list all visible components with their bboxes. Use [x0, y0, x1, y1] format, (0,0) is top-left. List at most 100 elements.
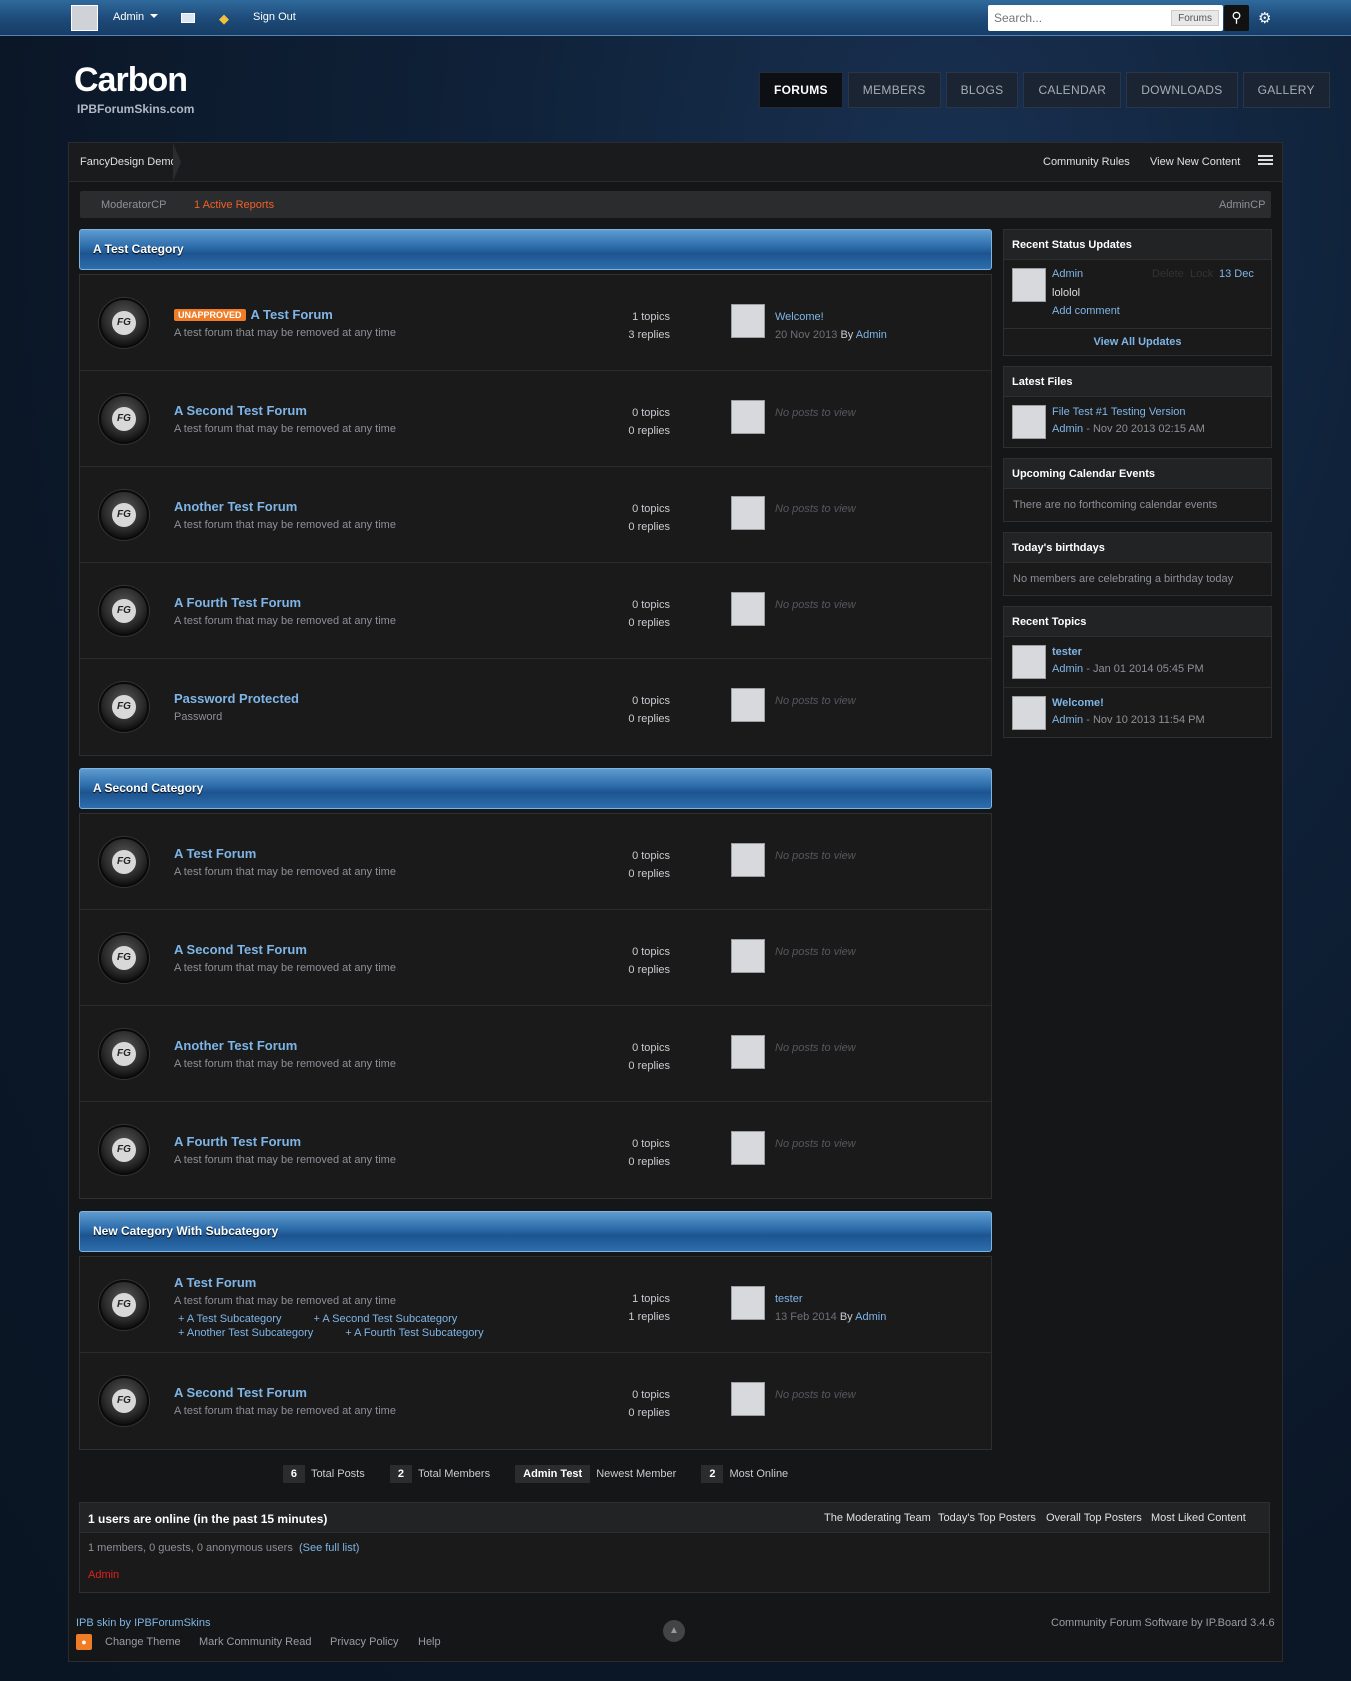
- last-post-title[interactable]: Welcome!: [775, 308, 887, 326]
- category-header[interactable]: New Category With Subcategory: [79, 1211, 992, 1252]
- todays-top-posters-link[interactable]: Today's Top Posters: [938, 1512, 1036, 1524]
- block-title: Recent Topics: [1004, 607, 1271, 637]
- delete-link[interactable]: Delete: [1152, 268, 1184, 280]
- see-full-list-link[interactable]: (See full list): [299, 1542, 360, 1554]
- stat-total-members: 2 Total Members: [389, 1465, 490, 1483]
- online-users-block: 1 users are online (in the past 15 minut…: [79, 1502, 1270, 1593]
- forum-list: A Test Category FG UNAPPROVED A Test Foru…: [79, 229, 992, 1483]
- tab-blogs[interactable]: BLOGS: [945, 72, 1019, 108]
- file-meta: Admin - Nov 20 2013 02:15 AM: [1052, 423, 1205, 435]
- avatar[interactable]: [731, 1286, 765, 1320]
- sign-out-link[interactable]: Sign Out: [253, 11, 296, 23]
- gear-icon[interactable]: ⚙: [1258, 9, 1271, 27]
- list-icon[interactable]: [1258, 155, 1273, 167]
- avatar[interactable]: [1012, 696, 1046, 730]
- breadcrumb-bar: FancyDesign Demo Community Rules View Ne…: [69, 143, 1282, 182]
- forum-title[interactable]: A Test Forum: [174, 1275, 256, 1290]
- forum-row: FG A Second Test Forum A test forum that…: [80, 371, 991, 467]
- admin-cp-link[interactable]: AdminCP: [1219, 199, 1265, 211]
- avatar[interactable]: [1012, 405, 1046, 439]
- subforum-link[interactable]: + A Fourth Test Subcategory: [345, 1327, 499, 1339]
- community-rules-link[interactable]: Community Rules: [1043, 156, 1130, 168]
- stat-newest-member[interactable]: Admin Test Newest Member: [515, 1465, 676, 1483]
- subforum-link[interactable]: + A Test Subcategory: [178, 1313, 297, 1325]
- subforum-link[interactable]: + Another Test Subcategory: [178, 1327, 329, 1339]
- no-posts-text: No posts to view: [775, 503, 856, 515]
- back-to-top-icon[interactable]: ▲: [663, 1620, 685, 1642]
- no-posts-text: No posts to view: [775, 695, 856, 707]
- stat-most-online: 2 Most Online: [701, 1465, 788, 1483]
- user-avatar[interactable]: [71, 5, 98, 31]
- topic-user[interactable]: Admin: [1052, 714, 1083, 726]
- bell-icon[interactable]: ◆: [219, 11, 229, 27]
- file-user[interactable]: Admin: [1052, 423, 1083, 435]
- online-user[interactable]: Admin: [88, 1569, 119, 1581]
- forum-icon: FG: [99, 837, 149, 887]
- active-reports-link[interactable]: 1 Active Reports: [194, 199, 274, 211]
- add-comment-link[interactable]: Add comment: [1052, 305, 1120, 317]
- forum-title[interactable]: UNAPPROVED A Test Forum: [174, 307, 333, 322]
- forum-title[interactable]: Another Test Forum: [174, 499, 297, 514]
- topic-title[interactable]: Welcome!: [1052, 697, 1104, 709]
- category-header[interactable]: A Second Category: [79, 768, 992, 809]
- online-counts: 1 members, 0 guests, 0 anonymous users (…: [88, 1542, 360, 1554]
- moderator-cp-link[interactable]: ModeratorCP: [101, 199, 166, 211]
- search-input[interactable]: [988, 5, 1168, 31]
- privacy-policy-link[interactable]: Privacy Policy: [330, 1636, 398, 1648]
- topic-user[interactable]: Admin: [1052, 663, 1083, 675]
- most-liked-content-link[interactable]: Most Liked Content: [1151, 1512, 1246, 1524]
- forum-title[interactable]: A Test Forum: [174, 846, 256, 861]
- forum-row: FG A Test Forum A test forum that may be…: [80, 814, 991, 910]
- breadcrumb-separator: [173, 143, 181, 181]
- forum-title[interactable]: A Second Test Forum: [174, 942, 307, 957]
- status-date[interactable]: 13 Dec: [1219, 268, 1254, 280]
- lock-link[interactable]: Lock: [1190, 268, 1213, 280]
- sidebar: Recent Status Updates Admin Delete Lock …: [1003, 229, 1272, 748]
- user-menu[interactable]: Admin: [113, 11, 159, 23]
- forum-title[interactable]: A Second Test Forum: [174, 403, 307, 418]
- avatar[interactable]: [731, 304, 765, 338]
- topic-title[interactable]: tester: [1052, 646, 1082, 658]
- tab-members[interactable]: MEMBERS: [847, 72, 941, 108]
- tab-downloads[interactable]: DOWNLOADS: [1126, 72, 1238, 108]
- forum-title[interactable]: Another Test Forum: [174, 1038, 297, 1053]
- breadcrumb[interactable]: FancyDesign Demo: [80, 156, 177, 168]
- rss-icon[interactable]: ●: [76, 1634, 92, 1650]
- change-theme-link[interactable]: Change Theme: [105, 1636, 181, 1648]
- forum-row: FG Another Test Forum A test forum that …: [80, 1006, 991, 1102]
- avatar: [731, 592, 765, 626]
- overall-top-posters-link[interactable]: Overall Top Posters: [1046, 1512, 1142, 1524]
- forum-title[interactable]: A Second Test Forum: [174, 1385, 307, 1400]
- last-post-user[interactable]: Admin: [856, 329, 887, 341]
- tab-gallery[interactable]: GALLERY: [1242, 72, 1330, 108]
- subforum-link[interactable]: + A Second Test Subcategory: [313, 1313, 473, 1325]
- forum-title[interactable]: Password Protected: [174, 691, 299, 706]
- mail-icon[interactable]: [181, 13, 195, 23]
- last-post-title[interactable]: tester: [775, 1290, 886, 1308]
- forum-title[interactable]: A Fourth Test Forum: [174, 595, 301, 610]
- last-post-user[interactable]: Admin: [855, 1311, 886, 1323]
- powered-by-text[interactable]: Community Forum Software by IP.Board 3.4…: [1051, 1617, 1275, 1629]
- skin-credit-link[interactable]: IPB skin by IPBForumSkins: [76, 1617, 211, 1629]
- view-all-updates-link[interactable]: View All Updates: [1004, 328, 1271, 355]
- site-logo[interactable]: Carbon: [74, 61, 188, 100]
- forum-description: A test forum that may be removed at any …: [174, 327, 396, 339]
- forum-stats: 0 topics 0 replies: [628, 599, 670, 629]
- search-icon[interactable]: ⚲: [1224, 5, 1249, 31]
- forum-title[interactable]: A Fourth Test Forum: [174, 1134, 301, 1149]
- tab-forums[interactable]: FORUMS: [759, 72, 843, 108]
- moderating-team-link[interactable]: The Moderating Team: [824, 1512, 931, 1524]
- category-body: FG A Test Forum A test forum that may be…: [79, 1256, 992, 1450]
- mark-read-link[interactable]: Mark Community Read: [199, 1636, 311, 1648]
- file-title[interactable]: File Test #1 Testing Version: [1052, 406, 1186, 418]
- search-scope[interactable]: Forums: [1171, 10, 1219, 26]
- status-user[interactable]: Admin: [1052, 268, 1083, 280]
- help-link[interactable]: Help: [418, 1636, 441, 1648]
- content-wrapper: FancyDesign Demo Community Rules View Ne…: [68, 142, 1283, 1662]
- tab-calendar[interactable]: CALENDAR: [1023, 72, 1122, 108]
- view-new-content-link[interactable]: View New Content: [1150, 156, 1240, 168]
- forum-icon: FG: [99, 1376, 149, 1426]
- avatar[interactable]: [1012, 268, 1046, 302]
- avatar[interactable]: [1012, 645, 1046, 679]
- category-header[interactable]: A Test Category: [79, 229, 992, 270]
